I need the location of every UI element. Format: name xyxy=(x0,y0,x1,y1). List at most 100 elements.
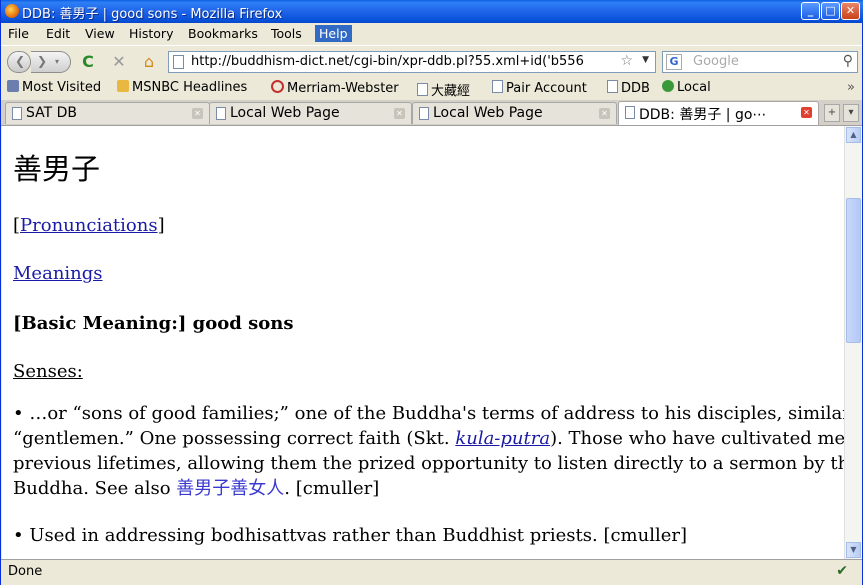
url-bar[interactable]: http://buddhism-dict.net/cgi-bin/xpr-ddb… xyxy=(168,51,656,73)
bookmark-ddb[interactable]: DDB xyxy=(607,80,650,96)
menu-tools[interactable]: Tools xyxy=(267,25,306,42)
status-text: Done xyxy=(8,564,43,579)
search-box[interactable]: G Google ⚲ xyxy=(662,51,858,73)
sense-1-line-4: Buddha. See also 善男子善女人. [cmuller] xyxy=(13,476,379,501)
bookmark-pair-account[interactable]: Pair Account xyxy=(492,80,587,96)
bookmarks-overflow-icon[interactable]: » xyxy=(847,80,855,95)
reload-icon[interactable]: C xyxy=(77,51,99,73)
leaf-icon xyxy=(662,80,674,92)
close-button[interactable]: ✕ xyxy=(841,2,860,20)
stop-icon[interactable]: ✕ xyxy=(108,51,130,73)
tab-label: Local Web Page xyxy=(433,105,543,121)
scroll-up-icon[interactable]: ▲ xyxy=(846,127,861,143)
tab-ddb[interactable]: DDB: 善男子 | go⋯ ✕ xyxy=(618,101,819,125)
tab-label: DDB: 善男子 | go⋯ xyxy=(639,107,767,123)
kula-putra-link[interactable]: kula-putra xyxy=(455,428,550,449)
url-text: http://buddhism-dict.net/cgi-bin/xpr-ddb… xyxy=(191,54,584,69)
tab-close-icon[interactable]: ✕ xyxy=(801,107,812,118)
sense-2: • Used in addressing bodhisattvas rather… xyxy=(13,525,688,546)
firefox-logo-icon xyxy=(5,4,19,18)
bookmark-label: 大藏經 xyxy=(431,84,471,99)
tab-local-web-page-1[interactable]: Local Web Page ✕ xyxy=(209,102,412,124)
menu-view[interactable]: View xyxy=(81,25,119,42)
text: . [cmuller] xyxy=(284,478,380,499)
window-title: DDB: 善男子 | good sons - Mozilla Firefox xyxy=(22,7,283,22)
tab-close-icon[interactable]: ✕ xyxy=(599,108,610,119)
close-icon: ✕ xyxy=(845,4,856,17)
sense-1-line-3: previous lifetimes, allowing them the pr… xyxy=(13,453,844,474)
bookmark-most-visited[interactable]: Most Visited xyxy=(7,80,101,95)
bookmark-local[interactable]: Local xyxy=(662,80,711,95)
text: Buddha. See also xyxy=(13,478,177,499)
menu-edit[interactable]: Edit xyxy=(42,25,74,42)
bookmark-merriam-webster[interactable]: Merriam-Webster xyxy=(271,80,399,96)
tab-label: Local Web Page xyxy=(230,105,340,121)
bookmark-star-icon[interactable]: ☆ xyxy=(620,53,633,69)
bookmark-label: Local xyxy=(677,80,711,95)
mw-icon xyxy=(271,80,284,93)
minimize-icon: _ xyxy=(807,4,814,17)
meanings-link[interactable]: Meanings xyxy=(13,263,103,284)
page-icon xyxy=(419,107,429,120)
scroll-thumb[interactable] xyxy=(846,198,861,343)
meanings-line: Meanings xyxy=(13,261,103,286)
pronunciations-link[interactable]: Pronunciations xyxy=(20,215,158,236)
senses-label: Senses: xyxy=(13,361,83,382)
url-dropdown-icon[interactable]: ▼ xyxy=(642,55,649,65)
tab-local-web-page-2[interactable]: Local Web Page ✕ xyxy=(412,102,617,124)
back-arrow-icon: ❮ xyxy=(15,54,26,68)
page-icon xyxy=(492,80,503,93)
text: ). Those who have cultivated merit in xyxy=(550,428,844,449)
bookmark-label: MSNBC Headlines xyxy=(132,80,248,95)
maximize-icon: □ xyxy=(825,4,836,17)
tab-list-icon[interactable]: ▾ xyxy=(843,104,859,122)
text: “gentlemen.” One possessing correct fait… xyxy=(13,428,456,449)
search-icon[interactable]: ⚲ xyxy=(843,53,853,69)
tab-strip: SAT DB ✕ Local Web Page ✕ Local Web Page… xyxy=(1,100,862,126)
bookmark-label: Pair Account xyxy=(506,81,587,96)
browser-window: DDB: 善男子 | good sons - Mozilla Firefox _… xyxy=(0,0,863,585)
bookmarks-toolbar: Most Visited MSNBC Headlines Merriam-Web… xyxy=(1,78,862,99)
page-icon xyxy=(625,106,635,119)
tab-sat-db[interactable]: SAT DB ✕ xyxy=(5,102,210,124)
bookmark-taizokyo[interactable]: 大藏經 xyxy=(417,80,470,99)
page-icon xyxy=(12,107,22,120)
home-icon[interactable]: ⌂ xyxy=(138,51,160,73)
new-tab-button[interactable]: + xyxy=(824,104,840,122)
bracket: ] xyxy=(157,215,165,236)
rss-icon xyxy=(7,80,19,92)
basic-meaning: [Basic Meaning:] good sons xyxy=(13,313,294,334)
bookmark-label: Most Visited xyxy=(22,80,102,95)
forward-button[interactable]: ❯ ▾ xyxy=(31,51,71,73)
scroll-down-icon[interactable]: ▼ xyxy=(846,542,861,558)
page-icon xyxy=(173,55,184,69)
menu-bookmarks[interactable]: Bookmarks xyxy=(184,25,262,42)
minimize-button[interactable]: _ xyxy=(801,2,820,20)
bookmark-msnbc[interactable]: MSNBC Headlines xyxy=(117,80,247,95)
pronunciations-line: [Pronunciations] xyxy=(13,213,165,238)
menu-help[interactable]: Help xyxy=(315,25,352,42)
feed-folder-icon xyxy=(117,80,129,92)
navigation-toolbar: ❮ ❯ ▾ C ✕ ⌂ http://buddhism-dict.net/cgi-… xyxy=(1,45,862,78)
page-heading: 善男子 xyxy=(13,152,101,186)
bookmark-label: Merriam-Webster xyxy=(287,81,399,96)
addon-status-icon[interactable]: ✔ xyxy=(836,563,848,579)
sense-1-line-2: “gentlemen.” One possessing correct fait… xyxy=(13,426,844,451)
google-engine-icon[interactable]: G xyxy=(666,54,682,70)
tab-close-icon[interactable]: ✕ xyxy=(192,108,203,119)
bookmark-label: DDB xyxy=(621,81,650,96)
menu-history[interactable]: History xyxy=(125,25,177,42)
tab-label: SAT DB xyxy=(26,105,78,121)
tab-close-icon[interactable]: ✕ xyxy=(394,108,405,119)
status-bar: Done ✔ xyxy=(1,559,862,585)
vertical-scrollbar[interactable]: ▲ ▼ xyxy=(844,126,862,559)
back-button[interactable]: ❮ xyxy=(7,51,31,73)
page-icon xyxy=(417,83,428,96)
search-placeholder: Google xyxy=(693,54,739,69)
shannanshi-shannvren-link[interactable]: 善男子善女人 xyxy=(176,478,284,499)
forward-arrow-icon: ❯ xyxy=(37,54,48,68)
menu-bar: File Edit View History Bookmarks Tools H… xyxy=(1,23,862,43)
page-icon xyxy=(216,107,226,120)
menu-file[interactable]: File xyxy=(4,25,33,42)
maximize-button[interactable]: □ xyxy=(821,2,840,20)
